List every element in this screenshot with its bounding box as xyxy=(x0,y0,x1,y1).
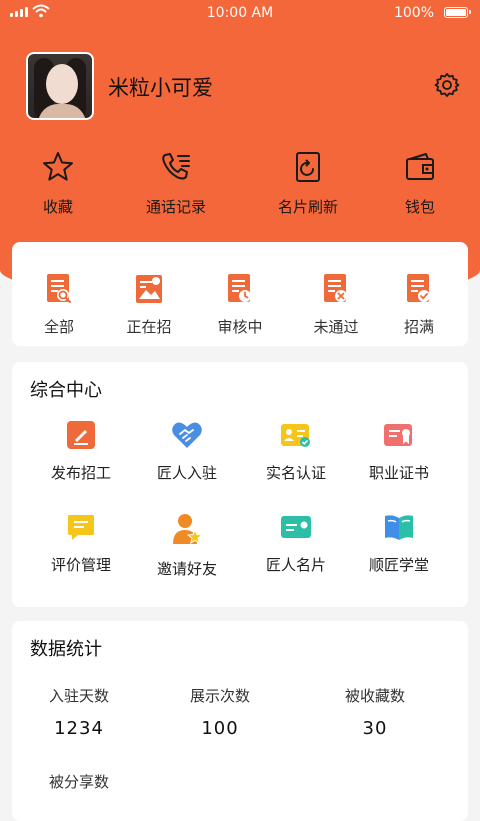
quick-action-call-log[interactable]: 通话记录 xyxy=(126,150,226,217)
grid-item-certificate[interactable]: 职业证书 xyxy=(344,420,454,483)
status-tab-label: 正在招 xyxy=(126,318,172,336)
doc-landscape-icon xyxy=(136,275,162,303)
post-job-icon xyxy=(67,421,95,449)
status-bar: 10:00 AM 100% xyxy=(0,0,480,26)
grid-item-label: 评价管理 xyxy=(50,556,111,574)
phone-log-icon xyxy=(162,153,190,180)
stat-impressions: 展示次数 100 xyxy=(150,685,290,739)
section-title: 数据统计 xyxy=(30,639,102,660)
grid-item-label: 匠人名片 xyxy=(265,556,326,574)
certificate-icon xyxy=(384,424,412,446)
quick-action-label: 收藏 xyxy=(42,198,73,216)
quick-action-label: 钱包 xyxy=(404,198,435,216)
stat-favorited: 被收藏数 30 xyxy=(305,685,445,739)
grid-item-academy[interactable]: 顺匠学堂 xyxy=(344,512,454,575)
status-tab-label: 审核中 xyxy=(217,318,263,336)
status-tab-all[interactable]: 全部 xyxy=(14,272,104,337)
grid-item-label: 匠人入驻 xyxy=(156,464,217,482)
name-card-icon xyxy=(281,516,311,538)
stat-settle-days: 入驻天数 1234 xyxy=(9,685,149,739)
stat-shared: 被分享数 xyxy=(9,771,149,804)
doc-search-icon xyxy=(47,274,71,303)
doc-clock-icon xyxy=(228,274,251,302)
grid-item-label: 职业证书 xyxy=(368,464,429,482)
status-tab-label: 招满 xyxy=(403,318,434,336)
doc-x-icon xyxy=(324,274,347,302)
quick-action-wallet[interactable]: 钱包 xyxy=(370,150,470,217)
stat-value: 1234 xyxy=(54,718,104,739)
grid-item-craftsman-join[interactable]: 匠人入驻 xyxy=(132,420,242,483)
battery-percent: 100% xyxy=(393,5,434,21)
grid-item-label: 顺匠学堂 xyxy=(368,556,429,574)
id-verify-icon xyxy=(281,424,310,447)
quick-action-card-refresh[interactable]: 名片刷新 xyxy=(258,150,358,217)
handshake-icon xyxy=(172,422,202,448)
profile-row: 米粒小可爱 xyxy=(26,52,466,120)
stat-label: 被分享数 xyxy=(48,773,109,791)
status-tab-label: 未通过 xyxy=(313,318,359,336)
grid-item-label: 实名认证 xyxy=(265,464,326,482)
battery-icon xyxy=(444,7,471,18)
stat-value: 100 xyxy=(201,718,239,739)
stat-label: 展示次数 xyxy=(189,687,250,705)
quick-action-label: 名片刷新 xyxy=(277,198,338,216)
service-center-card: 综合中心 发布招工 匠人入驻 实名认证 职业证书 评价管理 邀请好友 匠人名片 … xyxy=(12,362,468,607)
grid-item-review-manage[interactable]: 评价管理 xyxy=(26,512,136,575)
status-tab-label: 全部 xyxy=(43,318,74,336)
statistics-card: 数据统计 入驻天数 1234 展示次数 100 被收藏数 30 被分享数 xyxy=(12,621,468,821)
grid-item-name-card[interactable]: 匠人名片 xyxy=(241,512,351,575)
grid-item-invite-friend[interactable]: 邀请好友 xyxy=(132,512,242,579)
status-tab-recruiting[interactable]: 正在招 xyxy=(104,272,194,337)
invite-friend-icon xyxy=(173,514,203,545)
avatar[interactable] xyxy=(26,52,94,120)
status-tab-full[interactable]: 招满 xyxy=(374,272,464,337)
job-status-card: 全部 正在招 审核中 未通过 招满 xyxy=(12,242,468,346)
quick-actions: 收藏 通话记录 名片刷新 钱包 xyxy=(0,150,480,220)
grid-item-label: 邀请好友 xyxy=(156,560,217,578)
wallet-icon xyxy=(406,153,434,180)
status-tab-reviewing[interactable]: 审核中 xyxy=(195,272,285,337)
status-tab-rejected[interactable]: 未通过 xyxy=(291,272,381,337)
stat-value: 30 xyxy=(362,718,388,739)
section-title: 综合中心 xyxy=(30,380,102,401)
comment-icon xyxy=(68,515,94,540)
star-icon xyxy=(43,152,73,181)
username: 米粒小可爱 xyxy=(108,76,213,100)
stat-label: 入驻天数 xyxy=(48,687,109,705)
grid-item-id-verify[interactable]: 实名认证 xyxy=(241,420,351,483)
book-icon xyxy=(385,515,413,540)
gear-icon[interactable] xyxy=(434,72,460,98)
stat-label: 被收藏数 xyxy=(344,687,405,705)
grid-item-label: 发布招工 xyxy=(50,464,111,482)
quick-action-favorites[interactable]: 收藏 xyxy=(8,150,108,217)
doc-check-icon xyxy=(407,274,430,302)
quick-action-label: 通话记录 xyxy=(145,198,206,216)
card-refresh-icon xyxy=(296,152,320,182)
grid-item-post-job[interactable]: 发布招工 xyxy=(26,420,136,483)
